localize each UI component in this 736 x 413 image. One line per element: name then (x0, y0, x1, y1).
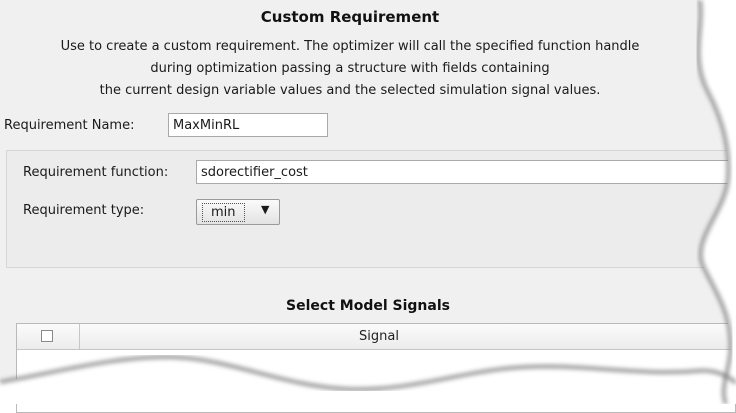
description-line: the current design variable values and t… (99, 83, 601, 98)
dialog-title: Custom Requirement (260, 8, 440, 26)
signal-column-header[interactable]: Signal (79, 324, 679, 349)
requirement-type-dropdown[interactable]: min ▼ (196, 199, 280, 225)
requirement-name-input[interactable] (168, 113, 328, 137)
custom-requirement-panel: Custom Requirement Use to create a custo… (0, 0, 736, 413)
model-signals-table: Signal (16, 323, 736, 413)
dialog-description: Use to create a custom requirement. The … (0, 36, 700, 102)
screenshot-stage: Custom Requirement Use to create a custo… (0, 0, 736, 413)
requirement-name-label: Requirement Name: (4, 118, 135, 133)
requirement-function-label: Requirement function: (23, 165, 169, 180)
description-line: Use to create a custom requirement. The … (60, 39, 640, 54)
select-all-header-cell (17, 324, 80, 349)
select-model-signals-title: Select Model Signals (286, 298, 450, 314)
table-header-row: Signal (17, 324, 735, 350)
requirement-function-input[interactable] (196, 160, 736, 184)
requirement-type-label: Requirement type: (23, 203, 145, 218)
requirement-settings-group: Requirement function: Requirement type: … (6, 150, 736, 268)
requirement-type-selected-value: min (202, 203, 245, 222)
select-all-checkbox[interactable] (41, 330, 53, 342)
chevron-down-icon[interactable]: ▼ (261, 203, 269, 216)
description-line: during optimization passing a structure … (150, 61, 550, 76)
